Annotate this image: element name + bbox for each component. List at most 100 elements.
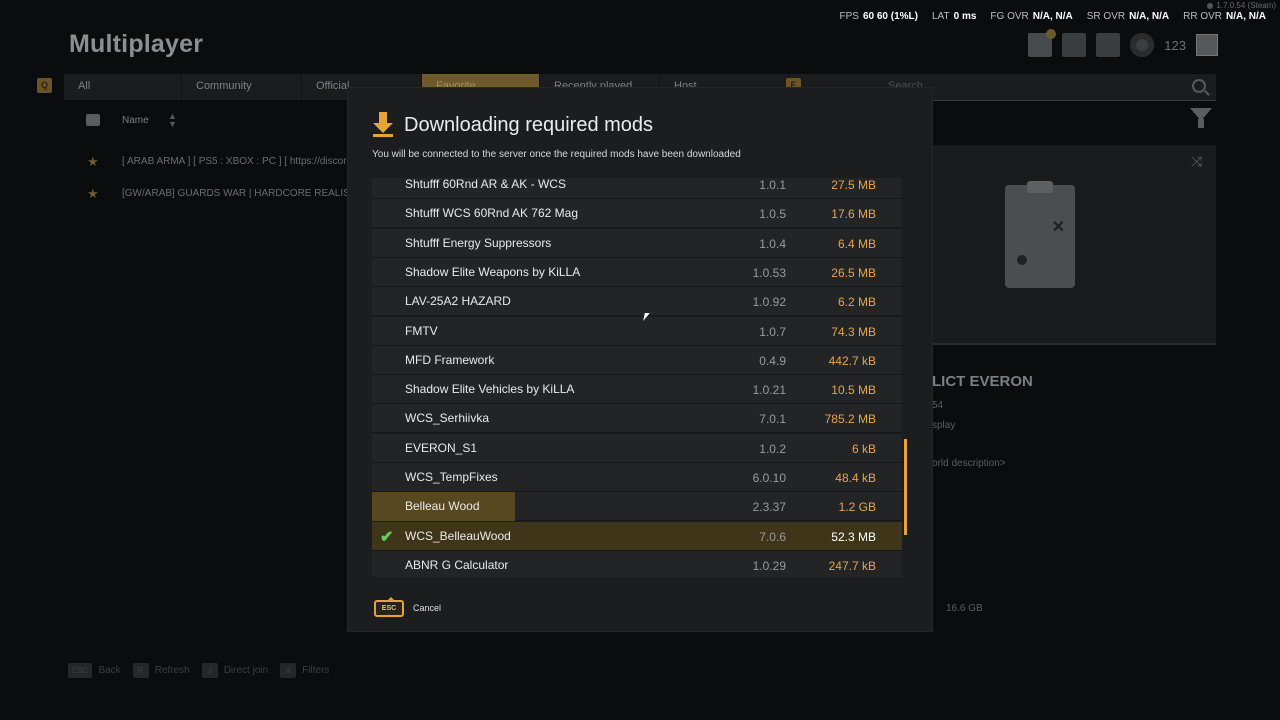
perf-value: 60 60 (1%L) bbox=[862, 11, 918, 22]
favorite-star-icon[interactable]: ★ bbox=[87, 186, 99, 202]
perf-stat: LAT 0 ms bbox=[932, 11, 976, 22]
mod-name: WCS_BelleauWood bbox=[405, 528, 511, 543]
cancel-key-hint[interactable]: ESC bbox=[374, 597, 404, 617]
perf-stat: RR OVR N/A, N/A bbox=[1183, 11, 1266, 22]
favorite-star-icon[interactable]: ★ bbox=[87, 154, 99, 170]
player-count: 123 bbox=[1164, 37, 1186, 53]
mod-row[interactable]: ✔ WCS_BelleauWood 7.0.6 52.3 MB bbox=[372, 521, 902, 551]
mod-row[interactable]: Shtufff Energy Suppressors 1.0.4 6.4 MB bbox=[372, 228, 902, 258]
server-row[interactable]: ★ [ ARAB ARMA ] [ PS5 : XBOX : PC ] [ ht… bbox=[64, 148, 354, 174]
mod-size: 1.2 GB bbox=[838, 500, 876, 515]
map-x-mark: ✕ bbox=[1051, 219, 1065, 236]
tab-all[interactable]: All bbox=[64, 74, 182, 100]
perf-value: N/A, N/A bbox=[1226, 11, 1266, 22]
checkmark-icon: ✔ bbox=[380, 528, 394, 546]
mod-row[interactable]: Belleau Wood 2.3.37 1.2 GB bbox=[372, 492, 902, 522]
hint-label: Direct join bbox=[223, 665, 269, 676]
mod-version: 1.0.5 bbox=[759, 207, 786, 222]
mod-version: 7.0.1 bbox=[759, 412, 786, 427]
server-name: [GW/ARAB] GUARDS WAR | HARDCORE REALISM … bbox=[122, 188, 354, 199]
mod-name: FMTV bbox=[405, 323, 438, 338]
perf-label: RR OVR bbox=[1183, 11, 1222, 22]
mod-row[interactable]: MFD Framework 0.4.9 442.7 kB bbox=[372, 345, 902, 375]
news-icon[interactable] bbox=[1062, 33, 1087, 57]
perf-label: LAT bbox=[932, 11, 950, 22]
tab-prev-key-hint: Q bbox=[37, 78, 52, 93]
hint-filters[interactable]: X Filters bbox=[280, 663, 329, 678]
mod-name: Shtufff 60Rnd AR & AK - WCS bbox=[405, 178, 566, 191]
hint-key: R bbox=[132, 663, 149, 678]
perf-overlay: FPS 60 60 (1%L) LAT 0 ms FG OVR N/A, N/A SR OV… bbox=[840, 11, 1266, 22]
server-name: [ ARAB ARMA ] [ PS5 : XBOX : PC ] [ http… bbox=[122, 156, 354, 167]
hint-key: ESC bbox=[68, 663, 93, 678]
mod-row[interactable]: WCS_Serhiivka 7.0.1 785.2 MB bbox=[372, 404, 902, 434]
cancel-button[interactable]: Cancel bbox=[413, 603, 441, 613]
version-text: 1.7.0.54 (Steam) bbox=[1216, 1, 1276, 10]
version-label: 1.7.0.54 (Steam) bbox=[1207, 1, 1276, 10]
mod-version: 7.0.6 bbox=[759, 529, 786, 544]
mod-name: Shtufff Energy Suppressors bbox=[405, 235, 552, 250]
mod-size: 17.6 MB bbox=[831, 207, 876, 222]
perf-value: N/A, N/A bbox=[1032, 11, 1073, 22]
perf-label: SR OVR bbox=[1086, 11, 1126, 22]
mod-row[interactable]: ABNR G Calculator 1.0.29 247.7 kB bbox=[372, 550, 902, 577]
mod-size: 52.3 MB bbox=[831, 529, 876, 544]
perf-value: 0 ms bbox=[953, 11, 977, 22]
mod-version: 1.0.92 bbox=[752, 295, 786, 310]
avatar[interactable] bbox=[1196, 34, 1218, 56]
mod-version: 1.0.53 bbox=[752, 265, 786, 280]
mod-name: Shtufff WCS 60Rnd AK 762 Mag bbox=[405, 206, 578, 221]
steam-icon bbox=[1207, 2, 1214, 9]
mod-row[interactable]: FMTV 1.0.7 74.3 MB bbox=[372, 316, 902, 346]
search-icon[interactable] bbox=[1192, 79, 1206, 93]
mod-row[interactable]: Shtufff 60Rnd AR & AK - WCS 1.0.1 27.5 MB bbox=[372, 178, 902, 199]
mod-size: 6.4 MB bbox=[837, 236, 876, 251]
blocked-list-icon[interactable] bbox=[1096, 33, 1121, 57]
sort-icon[interactable]: ▲ ▼ bbox=[168, 112, 177, 129]
download-arrow-icon bbox=[373, 112, 393, 137]
tab-community[interactable]: Community bbox=[182, 74, 302, 100]
hint-refresh[interactable]: R Refresh bbox=[132, 663, 190, 678]
server-row[interactable]: ★ [GW/ARAB] GUARDS WAR | HARDCORE REALIS… bbox=[64, 180, 354, 206]
page-title: Multiplayer bbox=[69, 30, 204, 58]
clipboard-map-icon: ✕ bbox=[1005, 181, 1075, 288]
bottom-hints: ESC Back R Refresh J Direct join X Filters bbox=[68, 663, 329, 678]
mod-row[interactable]: EVERON_S1 1.0.2 6 kB bbox=[372, 433, 902, 463]
mod-size: 247.7 kB bbox=[828, 558, 876, 573]
mod-version: 1.0.21 bbox=[752, 383, 786, 398]
perf-label: FPS bbox=[839, 11, 859, 22]
mod-row[interactable]: WCS_TempFixes 6.0.10 48.4 kB bbox=[372, 463, 902, 492]
mod-size: 27.5 MB bbox=[831, 178, 876, 192]
mod-version: 0.4.9 bbox=[759, 353, 786, 368]
perf-value: N/A, N/A bbox=[1129, 11, 1170, 22]
mod-name: WCS_TempFixes bbox=[405, 470, 498, 484]
hint-label: Refresh bbox=[154, 665, 190, 676]
perf-stat: SR OVR N/A, N/A bbox=[1087, 11, 1169, 22]
hint-key: J bbox=[201, 663, 218, 678]
mod-version: 1.0.4 bbox=[759, 236, 786, 251]
mod-size: 48.4 kB bbox=[835, 471, 876, 485]
hint-direct-join[interactable]: J Direct join bbox=[201, 663, 269, 678]
mod-row[interactable]: Shadow Elite Weapons by KiLLA 1.0.53 26.5 … bbox=[372, 257, 902, 287]
thumbs-up-icon[interactable] bbox=[86, 114, 100, 126]
filter-icon[interactable] bbox=[1190, 108, 1212, 128]
settings-gear-icon[interactable] bbox=[1130, 33, 1155, 57]
preview-divider bbox=[932, 343, 1216, 345]
mod-list[interactable]: Shtufff 60Rnd AR & AK - WCS 1.0.1 27.5 MB S… bbox=[372, 178, 904, 577]
mod-row[interactable]: Shadow Elite Vehicles by KiLLA 1.0.21 10.5… bbox=[372, 375, 902, 405]
mod-size: 74.3 MB bbox=[831, 324, 876, 339]
hint-back[interactable]: ESC Back bbox=[68, 663, 121, 678]
hint-key: X bbox=[280, 663, 297, 678]
name-column-header[interactable]: Name bbox=[122, 115, 149, 126]
scrollbar[interactable] bbox=[904, 178, 907, 577]
world-name: LICT EVERON bbox=[932, 373, 1033, 390]
shuffle-icon[interactable]: ⤨ bbox=[1191, 153, 1202, 170]
scrollbar-thumb[interactable] bbox=[904, 438, 907, 535]
mod-size: 10.5 MB bbox=[831, 383, 876, 398]
map-dot bbox=[1017, 255, 1027, 265]
mod-row[interactable]: LAV-25A2 HAZARD 1.0.92 6.2 MB bbox=[372, 287, 902, 317]
perf-stat: FPS 60 60 (1%L) bbox=[840, 11, 918, 22]
hint-label: Back bbox=[98, 665, 121, 676]
mods-icon[interactable] bbox=[1028, 29, 1057, 57]
mod-row[interactable]: Shtufff WCS 60Rnd AK 762 Mag 1.0.5 17.6 MB bbox=[372, 199, 902, 229]
